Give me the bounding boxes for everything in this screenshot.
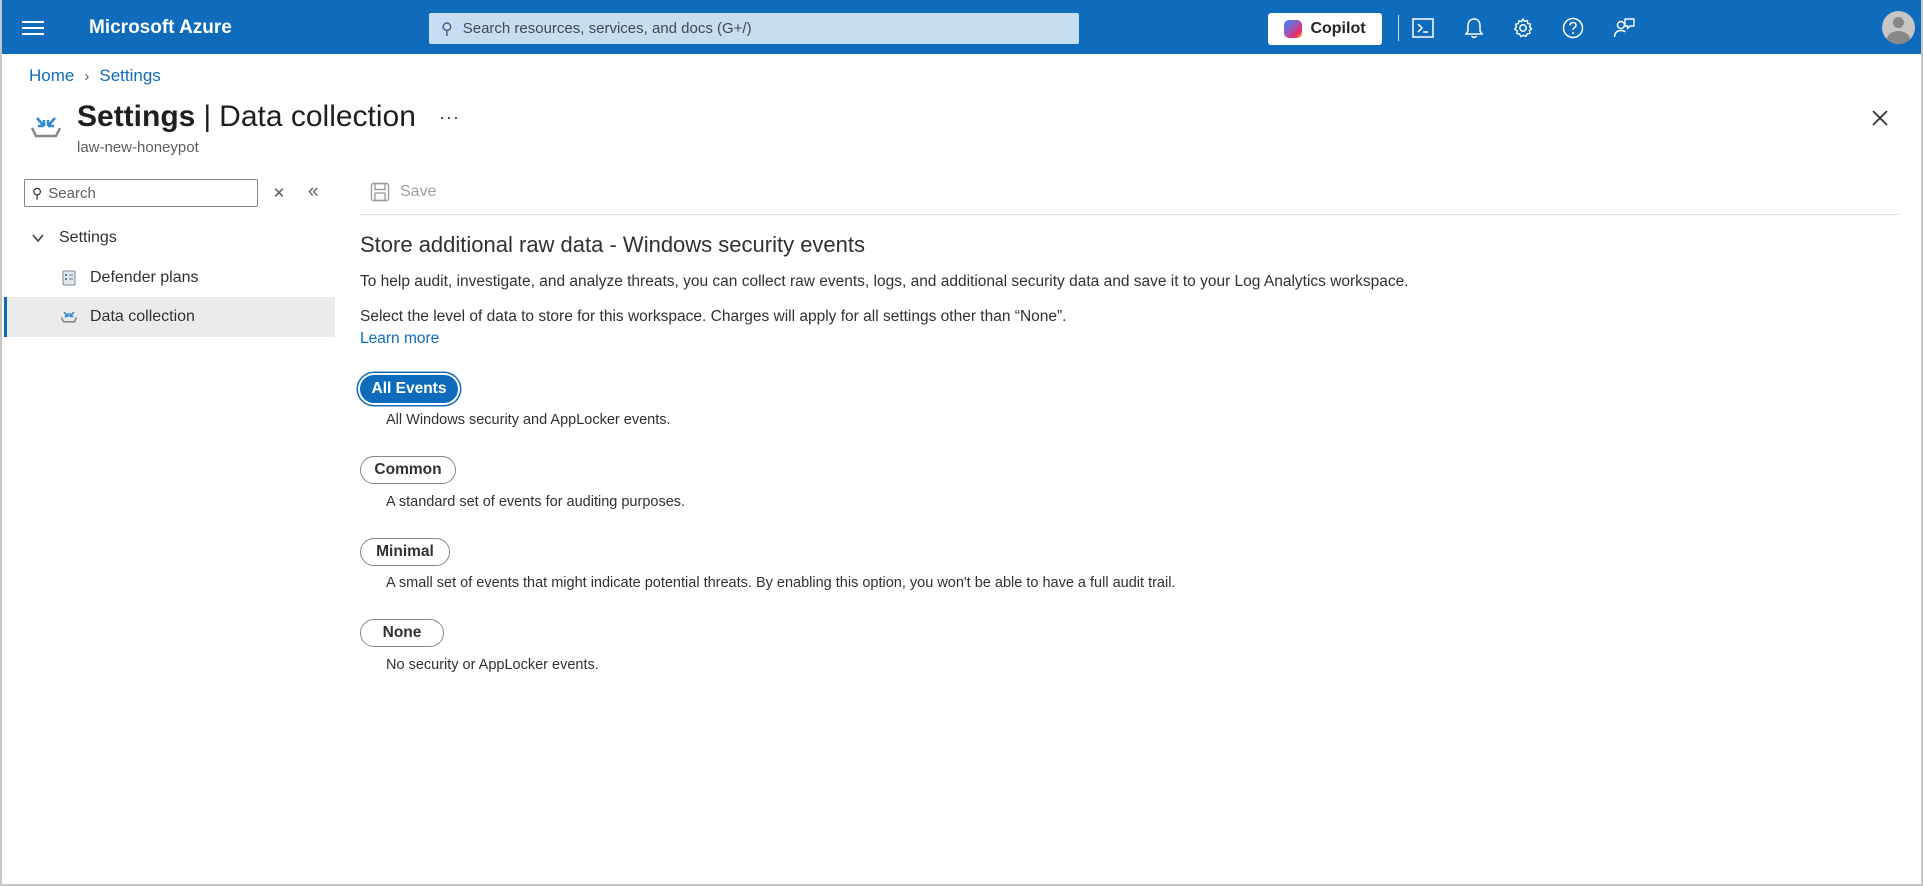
- search-icon: ⚲: [441, 20, 453, 38]
- help-icon[interactable]: [1560, 15, 1586, 41]
- breadcrumb-home-link[interactable]: Home: [29, 66, 74, 86]
- cloud-shell-icon[interactable]: [1410, 15, 1436, 41]
- avatar[interactable]: [1882, 11, 1915, 44]
- copilot-icon: [1284, 20, 1303, 38]
- section-description: To help audit, investigate, and analyze …: [360, 273, 1409, 290]
- option-none[interactable]: None: [360, 619, 444, 647]
- nav-group-label: Settings: [59, 229, 117, 246]
- global-search-input[interactable]: [462, 20, 1063, 37]
- page-title: Settings | Data collection: [77, 100, 416, 134]
- option-minimal[interactable]: Minimal: [360, 538, 450, 566]
- option-common[interactable]: Common: [360, 456, 456, 484]
- save-label: Save: [400, 183, 437, 200]
- page-title-separator: |: [203, 100, 212, 133]
- global-search[interactable]: ⚲: [429, 13, 1079, 44]
- brand-title[interactable]: Microsoft Azure: [89, 17, 232, 39]
- page-title-main: Settings: [77, 100, 196, 133]
- feedback-icon[interactable]: [1611, 15, 1637, 41]
- nav-item-label: Defender plans: [90, 269, 199, 286]
- chevron-down-icon: [32, 234, 44, 243]
- data-collection-icon: [60, 308, 78, 326]
- clear-search-icon[interactable]: ✕: [272, 184, 286, 202]
- copilot-label: Copilot: [1310, 20, 1366, 37]
- option-common-description: A standard set of events for auditing pu…: [386, 494, 686, 510]
- option-none-description: No security or AppLocker events.: [386, 657, 599, 673]
- copilot-button[interactable]: Copilot: [1268, 13, 1382, 45]
- learn-more-link[interactable]: Learn more: [360, 330, 439, 348]
- breadcrumb-settings-link[interactable]: Settings: [99, 66, 160, 86]
- nav-item-defender-plans[interactable]: Defender plans: [4, 258, 335, 298]
- topbar-divider: [1398, 15, 1399, 41]
- save-button[interactable]: Save: [370, 182, 436, 202]
- nav-group-settings[interactable]: Settings: [32, 227, 117, 249]
- bell-icon[interactable]: [1461, 15, 1487, 41]
- section-heading: Store additional raw data - Windows secu…: [360, 232, 866, 257]
- collapse-nav-icon[interactable]: «: [308, 181, 319, 203]
- option-minimal-description: A small set of events that might indicat…: [386, 575, 1176, 591]
- gear-icon[interactable]: [1510, 15, 1536, 41]
- menu-icon[interactable]: [22, 17, 44, 37]
- option-all-events-description: All Windows security and AppLocker event…: [386, 412, 671, 428]
- save-icon: [370, 182, 390, 202]
- search-icon: ⚲: [32, 184, 43, 201]
- nav-search-input[interactable]: [48, 184, 249, 202]
- select-level-text: Select the level of data to store for th…: [360, 308, 1067, 325]
- command-bar: Save: [360, 179, 1900, 215]
- more-options-button[interactable]: ···: [439, 107, 460, 128]
- azure-portal-window: Microsoft Azure ⚲ Copilot Home: [0, 0, 1923, 886]
- top-bar: Microsoft Azure ⚲ Copilot: [2, 0, 1921, 54]
- data-collection-icon: [30, 114, 62, 140]
- resource-name: law-new-honeypot: [77, 139, 199, 156]
- chevron-right-icon: ›: [84, 67, 90, 85]
- page-title-sub: Data collection: [219, 100, 416, 133]
- close-icon[interactable]: [1868, 106, 1892, 130]
- defender-plans-icon: [60, 269, 78, 287]
- option-all-events[interactable]: All Events: [360, 375, 458, 403]
- nav-item-label: Data collection: [90, 308, 195, 325]
- breadcrumb: Home › Settings: [29, 66, 161, 86]
- nav-item-data-collection[interactable]: Data collection: [4, 297, 335, 337]
- nav-search[interactable]: ⚲: [24, 179, 258, 207]
